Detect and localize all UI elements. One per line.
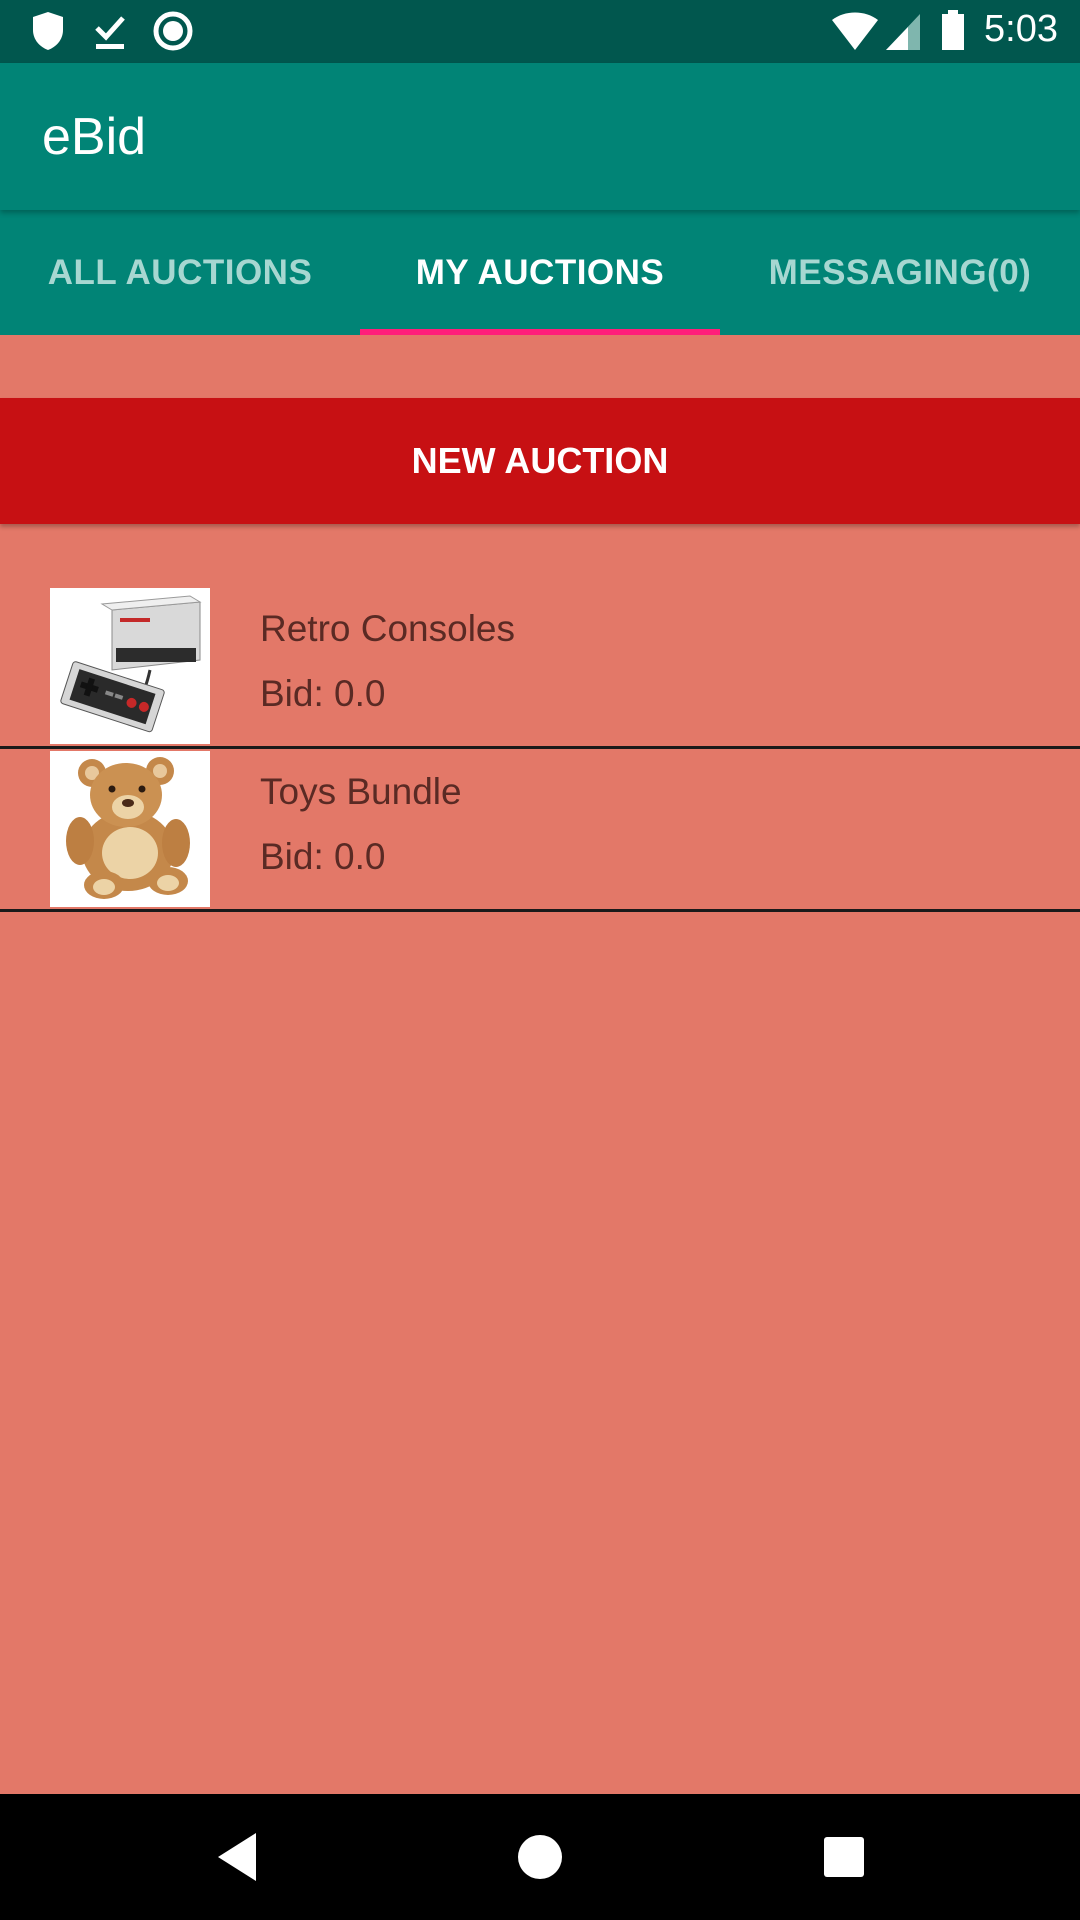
auction-list: Retro Consoles Bid: 0.0 Toys Bundle Bid:…: [0, 586, 1080, 912]
teddy-bear-image: [50, 751, 210, 907]
battery-icon: [942, 10, 964, 50]
recents-icon[interactable]: [814, 1827, 874, 1887]
auction-bid: Bid: 0.0: [260, 836, 386, 877]
tab-my-auctions-label: MY AUCTIONS: [415, 252, 665, 292]
wifi-icon: [832, 12, 878, 50]
shield-icon: [33, 12, 63, 50]
new-auction-button[interactable]: NEW AUCTION: [0, 398, 1080, 524]
record-icon: [153, 11, 193, 51]
signal-icon: [886, 14, 920, 50]
navigation-bar: [0, 1794, 1080, 1920]
tab-bar: ALL AUCTIONS MY AUCTIONS MESSAGING(0): [0, 210, 1080, 335]
active-tab-indicator: [360, 329, 720, 335]
list-item[interactable]: Toys Bundle Bid: 0.0: [0, 749, 1080, 912]
tab-messaging[interactable]: MESSAGING(0): [720, 210, 1080, 335]
tab-all-auctions[interactable]: ALL AUCTIONS: [0, 210, 360, 335]
download-done-icon: [95, 16, 125, 49]
retro-console-image: [50, 588, 210, 744]
tab-my-auctions[interactable]: MY AUCTIONS: [360, 210, 720, 335]
auction-bid: Bid: 0.0: [260, 673, 386, 714]
auction-title: Retro Consoles: [260, 608, 516, 649]
status-time: 5:03: [984, 8, 1058, 50]
app-bar: eBid: [0, 63, 1080, 210]
back-icon[interactable]: [212, 1827, 268, 1887]
list-item[interactable]: Retro Consoles Bid: 0.0: [0, 586, 1080, 749]
app-title: eBid: [42, 108, 147, 166]
status-bar: 5:03: [0, 0, 1080, 63]
auction-title: Toys Bundle: [260, 771, 462, 812]
home-icon[interactable]: [510, 1827, 570, 1887]
